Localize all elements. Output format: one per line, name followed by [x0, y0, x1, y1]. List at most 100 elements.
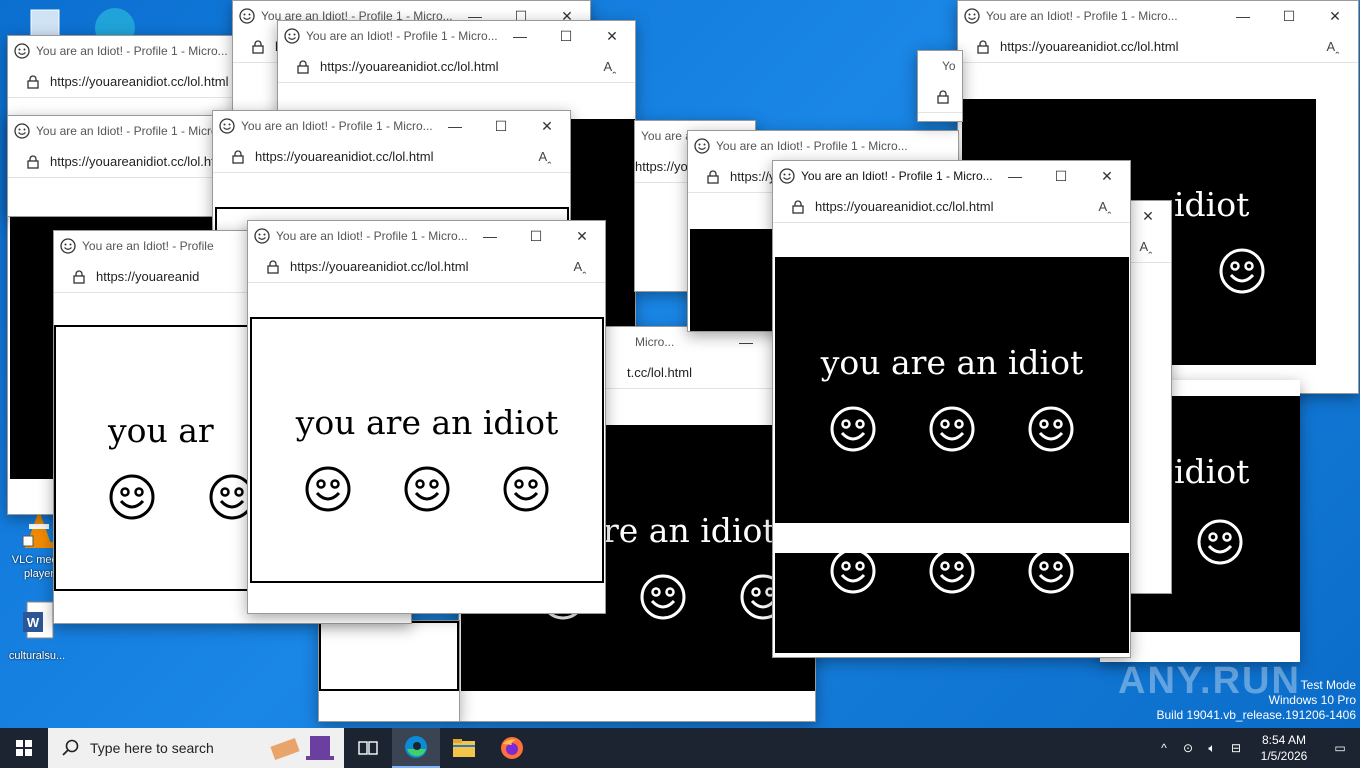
browser-window[interactable] — [318, 620, 460, 722]
browser-window[interactable]: Yo — [917, 50, 963, 122]
smiley-favicon-icon — [284, 28, 300, 44]
minimize-button[interactable]: — — [467, 221, 513, 251]
smiley-icon — [1027, 547, 1075, 595]
task-view-button[interactable] — [344, 728, 392, 768]
address-bar[interactable]: https://youareanidiot.cc/lol.html — [1000, 39, 1322, 54]
smiley-icon — [108, 473, 156, 521]
clock[interactable]: 8:54 AM 1/5/2026 — [1248, 732, 1320, 764]
close-button[interactable]: ✕ — [1084, 161, 1130, 191]
minimize-button[interactable]: — — [497, 21, 543, 51]
maximize-button[interactable]: ☐ — [1038, 161, 1084, 191]
test-mode-watermark: Test Mode Windows 10 Pro Build 19041.vb_… — [1157, 678, 1357, 723]
lock-icon — [296, 60, 310, 74]
lock-icon — [791, 200, 805, 214]
browser-window-active[interactable]: You are an Idiot! - Profile 1 - Micro...… — [772, 160, 1131, 658]
maximize-button[interactable]: ☐ — [543, 21, 589, 51]
firefox-button[interactable] — [488, 728, 536, 768]
minimize-button[interactable]: — — [432, 111, 478, 141]
search-placeholder: Type here to search — [90, 740, 214, 756]
lock-icon — [976, 40, 990, 54]
minimize-button[interactable]: — — [992, 161, 1038, 191]
search-highlight-icon — [270, 736, 334, 761]
chevron-up-icon[interactable]: ^ — [1152, 741, 1176, 755]
read-aloud-icon[interactable]: Aꞈ — [569, 259, 591, 274]
smiley-icon — [304, 465, 352, 513]
maximize-button[interactable]: ☐ — [513, 221, 559, 251]
window-title: You are an Idiot! - Profile 1 - Micro... — [716, 139, 908, 153]
smiley-icon — [403, 465, 451, 513]
lock-icon — [706, 170, 720, 184]
idiot-panel: you are an idiot — [250, 317, 604, 583]
taskbar: Type here to search ^ ⊙ 🔈︎ ⊟ 8:54 AM 1/5… — [0, 728, 1360, 768]
smiley-favicon-icon — [964, 8, 980, 24]
smiley-icon — [639, 573, 687, 621]
edge-taskbar-button[interactable] — [392, 728, 440, 768]
word-document-icon: W — [23, 601, 54, 639]
window-title: Yo — [942, 59, 956, 73]
close-button[interactable]: ✕ — [559, 221, 605, 251]
address-bar[interactable]: https://youareanidiot.cc/lol.html — [255, 149, 534, 164]
smiley-icon — [502, 465, 550, 513]
smiley-icon — [928, 405, 976, 453]
watermark-line1: Test Mode — [1300, 678, 1356, 692]
read-aloud-icon[interactable]: Aꞈ — [1094, 199, 1116, 214]
windows-logo-icon — [16, 740, 32, 756]
network-icon[interactable]: ⊟ — [1224, 741, 1248, 755]
close-button[interactable]: ✕ — [1312, 1, 1358, 31]
lock-icon — [936, 90, 950, 104]
clock-date: 1/5/2026 — [1260, 749, 1308, 763]
svg-text:W: W — [27, 615, 40, 630]
system-tray: ^ ⊙ 🔈︎ ⊟ 8:54 AM 1/5/2026 ▭ — [1152, 728, 1360, 768]
read-aloud-icon[interactable]: Aꞈ — [534, 149, 556, 164]
minimize-button[interactable]: — — [1220, 1, 1266, 31]
smiley-icon — [928, 547, 976, 595]
read-aloud-icon[interactable]: Aꞈ — [1135, 239, 1157, 254]
idiot-panel: you are an idiot — [775, 257, 1129, 523]
smiley-icon — [829, 405, 877, 453]
notification-icon[interactable]: ▭ — [1320, 741, 1360, 755]
task-view-icon — [358, 741, 378, 755]
search-icon — [62, 739, 79, 756]
firefox-icon — [501, 737, 523, 759]
maximize-button[interactable]: ☐ — [1266, 1, 1312, 31]
speaker-icon[interactable]: 🔈︎ — [1200, 741, 1224, 756]
idiot-message: you are an idiot — [295, 403, 559, 442]
idiot-message: you are an idiot — [820, 343, 1084, 382]
address-bar[interactable]: https://youareanidiot.cc/lol.html — [320, 59, 599, 74]
smiley-favicon-icon — [694, 138, 710, 154]
taskbar-search-box[interactable]: Type here to search — [48, 728, 344, 768]
smiley-icon — [1218, 247, 1266, 295]
smiley-icon — [829, 547, 877, 595]
browser-window[interactable]: You are an Idiot! - Profile 1 - Micro...… — [247, 220, 606, 614]
close-button[interactable]: ✕ — [589, 21, 635, 51]
read-aloud-icon[interactable]: Aꞈ — [599, 59, 621, 74]
idiot-panel — [319, 621, 459, 691]
clock-time: 8:54 AM — [1261, 733, 1307, 747]
address-bar[interactable]: https://youareanidiot.cc/lol.html — [815, 199, 1094, 214]
smiley-icon — [1027, 405, 1075, 453]
document-label: culturalsu... — [8, 650, 66, 662]
file-explorer-button[interactable] — [440, 728, 488, 768]
smiley-favicon-icon — [239, 8, 255, 24]
idiot-panel — [775, 553, 1129, 653]
smiley-favicon-icon — [779, 168, 795, 184]
read-aloud-icon[interactable]: Aꞈ — [1322, 39, 1344, 54]
address-bar[interactable]: https://youareanidiot.cc/lol.html — [290, 259, 569, 274]
edge-icon — [405, 736, 427, 758]
window-title: You are an Idiot! - Profile 1 - Micro... — [241, 119, 432, 133]
smiley-favicon-icon — [60, 238, 76, 254]
window-title: Micro... — [635, 335, 675, 349]
network-activity-icon[interactable]: ⊙ — [1176, 741, 1200, 755]
close-button[interactable]: ✕ — [524, 111, 570, 141]
lock-icon — [231, 150, 245, 164]
watermark-line3: Build 19041.vb_release.191206-1406 — [1156, 708, 1357, 722]
lock-icon — [266, 260, 280, 274]
close-button[interactable]: ✕ — [1131, 201, 1165, 231]
start-button[interactable] — [0, 728, 48, 768]
smiley-favicon-icon — [14, 123, 30, 139]
maximize-button[interactable]: ☐ — [478, 111, 524, 141]
lock-icon — [26, 155, 40, 169]
smiley-favicon-icon — [219, 118, 235, 134]
browser-window[interactable]: ✕ Aꞈ — [1130, 200, 1172, 594]
lock-icon — [72, 270, 86, 284]
